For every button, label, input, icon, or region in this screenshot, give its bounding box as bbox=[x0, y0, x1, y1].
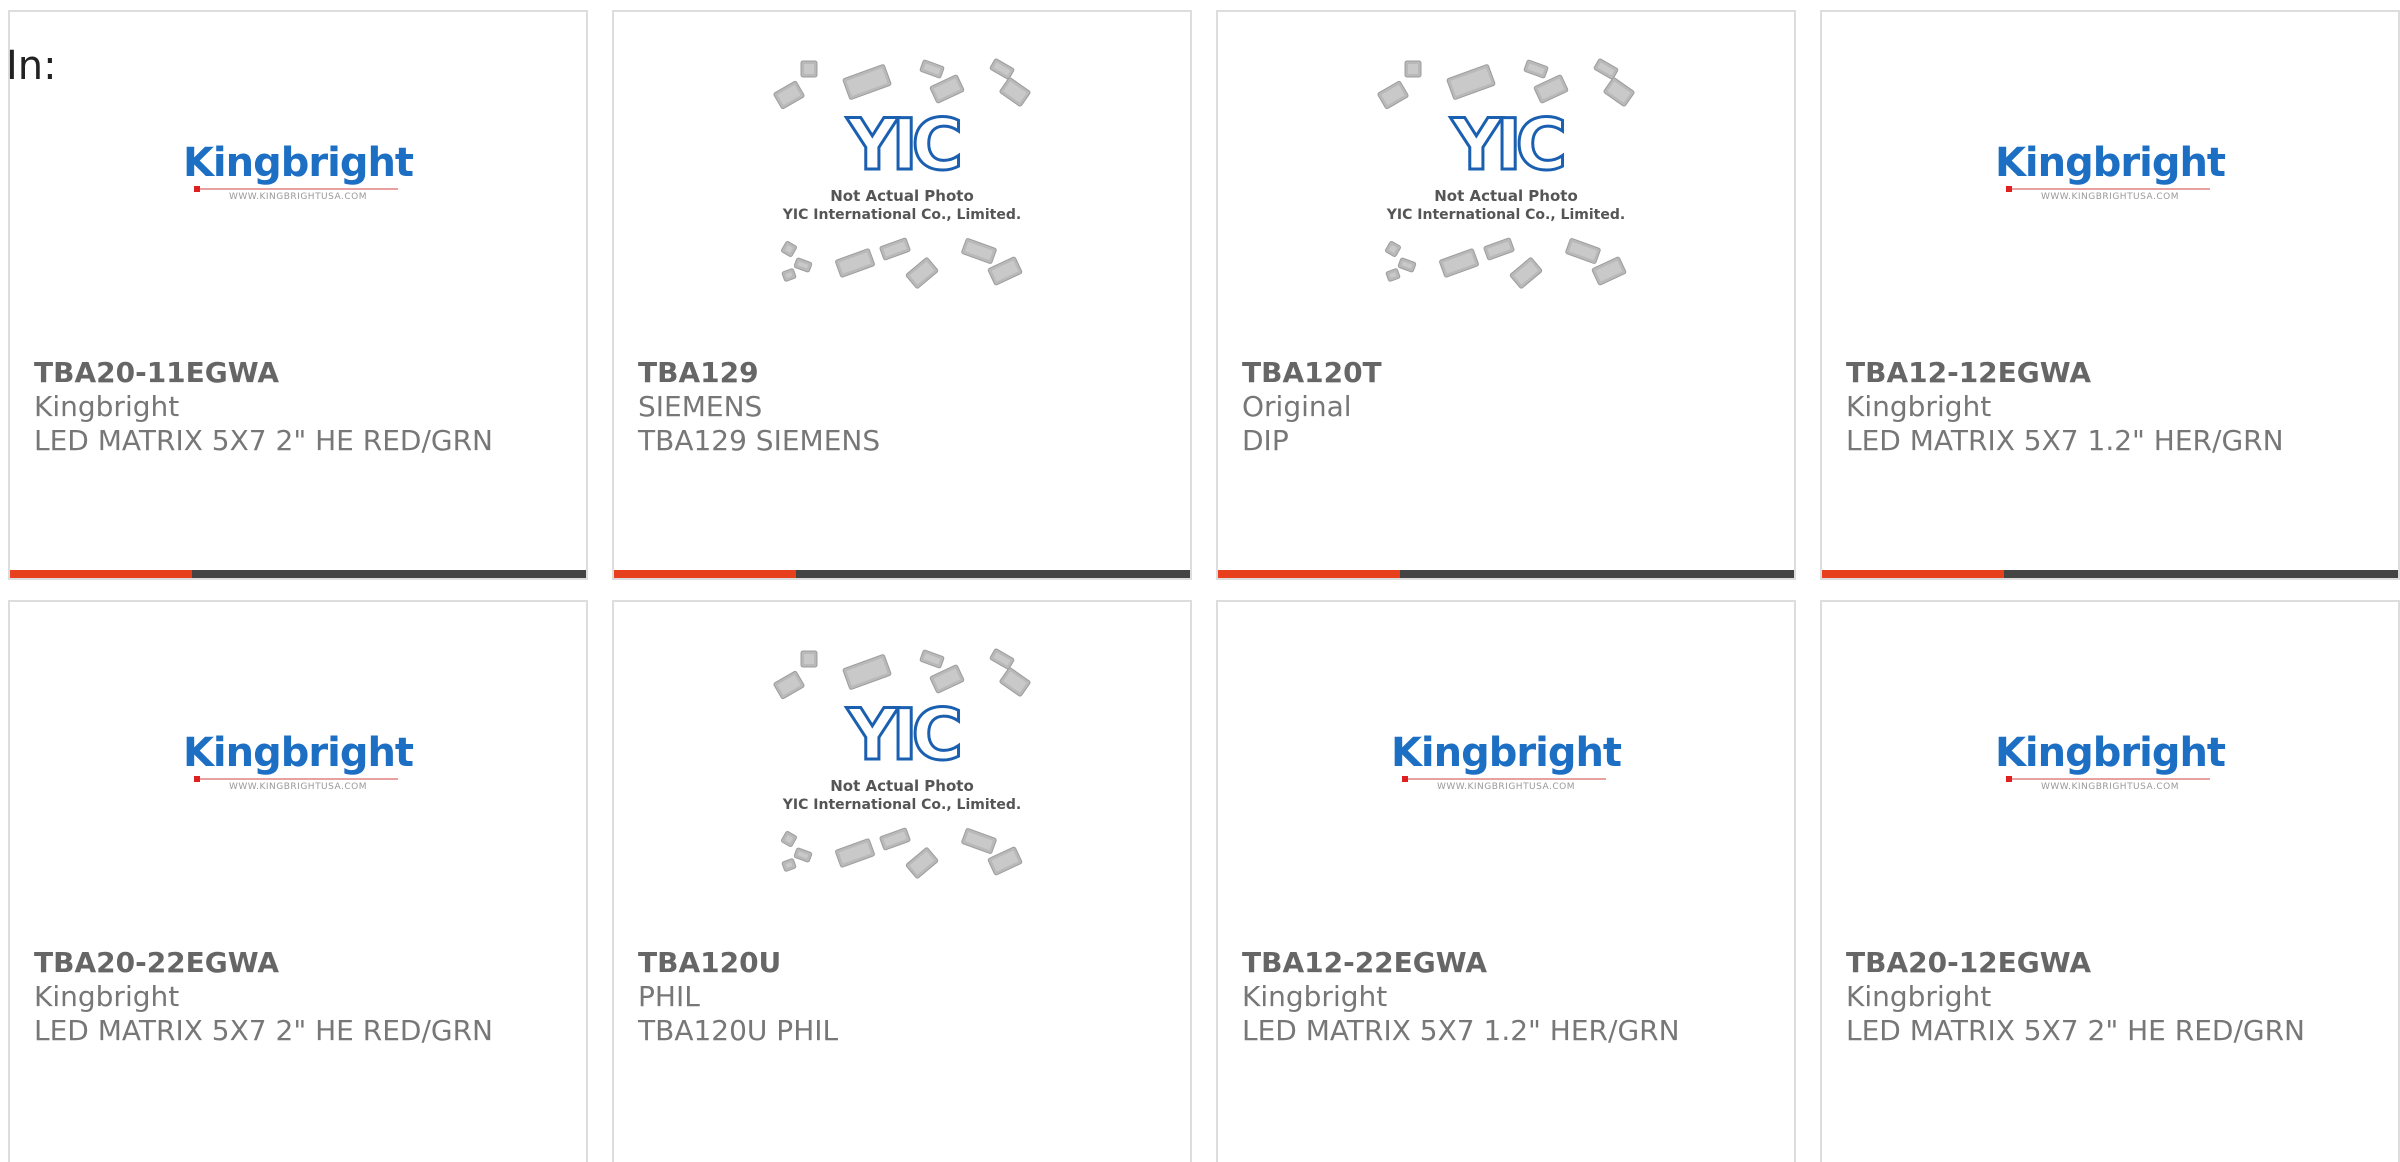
yic-placeholder-image: YIC Not Actual Photo YIC International Co.… bbox=[767, 647, 1037, 897]
description: DIP bbox=[1242, 424, 1289, 457]
kingbright-logo: Kingbright WWW.KINGBRIGHTUSA.COM bbox=[182, 730, 414, 792]
filter-label: In: bbox=[6, 43, 57, 89]
card-accent bbox=[1822, 570, 2004, 578]
description: TBA120U PHIL bbox=[638, 1014, 839, 1047]
card-bottom-bar bbox=[614, 570, 1190, 578]
card-bottom-bar bbox=[10, 570, 586, 578]
manufacturer: Kingbright bbox=[1846, 980, 1992, 1013]
product-image[interactable]: Kingbright WWW.KINGBRIGHTUSA.COM bbox=[1822, 12, 2398, 352]
part-number-link[interactable]: TBA20-12EGWA bbox=[1846, 946, 2091, 980]
manufacturer: Kingbright bbox=[1846, 390, 1992, 423]
part-number-link[interactable]: TBA20-22EGWA bbox=[34, 946, 279, 980]
product-card[interactable]: YIC Not Actual Photo YIC International Co.… bbox=[1216, 10, 1796, 580]
manufacturer: PHIL bbox=[638, 980, 700, 1013]
card-bottom-bar bbox=[1218, 570, 1794, 578]
description: LED MATRIX 5X7 1.2" HER/GRN bbox=[1242, 1014, 1680, 1047]
svg-text:YIC: YIC bbox=[1450, 104, 1563, 186]
svg-text:YIC International Co., Limited: YIC International Co., Limited. bbox=[782, 797, 1021, 813]
svg-text:Not Actual Photo: Not Actual Photo bbox=[830, 187, 974, 205]
description: LED MATRIX 5X7 2" HE RED/GRN bbox=[1846, 1014, 2305, 1047]
svg-text:YIC International Co., Limited: YIC International Co., Limited. bbox=[1386, 207, 1625, 223]
product-image[interactable]: Kingbright WWW.KINGBRIGHTUSA.COM bbox=[1218, 602, 1794, 942]
manufacturer: Kingbright bbox=[34, 390, 180, 423]
description: LED MATRIX 5X7 2" HE RED/GRN bbox=[34, 424, 493, 457]
description: LED MATRIX 5X7 1.2" HER/GRN bbox=[1846, 424, 2284, 457]
svg-text:Not Actual Photo: Not Actual Photo bbox=[1434, 187, 1578, 205]
yic-placeholder-image: YIC Not Actual Photo YIC International Co.… bbox=[1371, 57, 1641, 307]
svg-text:YIC: YIC bbox=[846, 694, 959, 776]
kingbright-logo: Kingbright WWW.KINGBRIGHTUSA.COM bbox=[182, 140, 414, 202]
manufacturer: Kingbright bbox=[34, 980, 180, 1013]
svg-text:YIC: YIC bbox=[846, 104, 959, 186]
product-image[interactable]: YIC Not Actual Photo YIC International Co.… bbox=[614, 602, 1190, 942]
svg-text:YIC International Co., Limited: YIC International Co., Limited. bbox=[782, 207, 1021, 223]
description: LED MATRIX 5X7 2" HE RED/GRN bbox=[34, 1014, 493, 1047]
product-image[interactable]: YIC Not Actual Photo YIC International Co.… bbox=[614, 12, 1190, 352]
manufacturer: Kingbright bbox=[1242, 980, 1388, 1013]
card-accent bbox=[10, 570, 192, 578]
part-number-link[interactable]: TBA12-22EGWA bbox=[1242, 946, 1487, 980]
card-accent bbox=[1218, 570, 1400, 578]
product-card[interactable]: Kingbright WWW.KINGBRIGHTUSA.COM TBA20-2… bbox=[8, 600, 588, 1162]
product-card[interactable]: YIC Not Actual Photo YIC International Co.… bbox=[612, 10, 1192, 580]
manufacturer: SIEMENS bbox=[638, 390, 763, 423]
card-bottom-bar bbox=[1822, 570, 2398, 578]
part-number-link[interactable]: TBA20-11EGWA bbox=[34, 356, 279, 390]
product-card[interactable]: YIC Not Actual Photo YIC International Co.… bbox=[612, 600, 1192, 1162]
kingbright-logo: Kingbright WWW.KINGBRIGHTUSA.COM bbox=[1994, 730, 2226, 792]
product-card[interactable]: Kingbright WWW.KINGBRIGHTUSA.COM TBA20-1… bbox=[8, 10, 588, 580]
product-image[interactable]: Kingbright WWW.KINGBRIGHTUSA.COM bbox=[10, 12, 586, 352]
svg-text:Not Actual Photo: Not Actual Photo bbox=[830, 777, 974, 795]
product-card[interactable]: Kingbright WWW.KINGBRIGHTUSA.COM TBA20-1… bbox=[1820, 600, 2400, 1162]
product-card[interactable]: Kingbright WWW.KINGBRIGHTUSA.COM TBA12-2… bbox=[1216, 600, 1796, 1162]
product-image[interactable]: Kingbright WWW.KINGBRIGHTUSA.COM bbox=[1822, 602, 2398, 942]
product-image[interactable]: Kingbright WWW.KINGBRIGHTUSA.COM bbox=[10, 602, 586, 942]
product-image[interactable]: YIC Not Actual Photo YIC International Co.… bbox=[1218, 12, 1794, 352]
yic-placeholder-image: YIC Not Actual Photo YIC International Co.… bbox=[767, 57, 1037, 307]
part-number-link[interactable]: TBA12-12EGWA bbox=[1846, 356, 2091, 390]
part-number-link[interactable]: TBA120T bbox=[1242, 356, 1382, 390]
product-card[interactable]: Kingbright WWW.KINGBRIGHTUSA.COM TBA12-1… bbox=[1820, 10, 2400, 580]
card-accent bbox=[614, 570, 796, 578]
kingbright-logo: Kingbright WWW.KINGBRIGHTUSA.COM bbox=[1390, 730, 1622, 792]
manufacturer: Original bbox=[1242, 390, 1352, 423]
description: TBA129 SIEMENS bbox=[638, 424, 881, 457]
kingbright-logo: Kingbright WWW.KINGBRIGHTUSA.COM bbox=[1994, 140, 2226, 202]
product-grid-page: In: Kingbright WWW.KINGBRIGHTUSA.COM TBA… bbox=[0, 0, 2400, 1162]
part-number-link[interactable]: TBA120U bbox=[638, 946, 781, 980]
part-number-link[interactable]: TBA129 bbox=[638, 356, 759, 390]
